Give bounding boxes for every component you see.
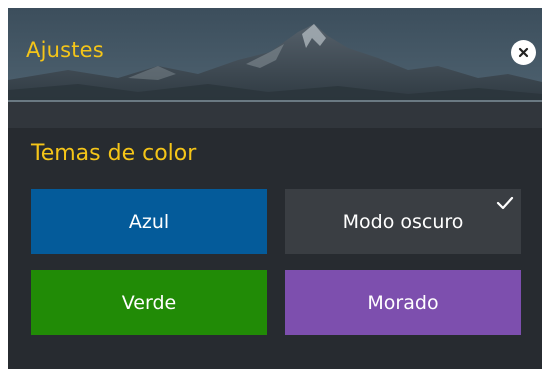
- settings-panel: Ajustes Temas de color Azul Modo oscuro …: [8, 8, 542, 369]
- theme-option-verde[interactable]: Verde: [31, 270, 267, 335]
- theme-option-morado[interactable]: Morado: [285, 270, 521, 335]
- theme-option-label: Azul: [128, 210, 170, 233]
- theme-option-azul[interactable]: Azul: [31, 189, 267, 254]
- theme-option-modo-oscuro[interactable]: Modo oscuro: [285, 189, 521, 254]
- dialog-title: Ajustes: [26, 38, 104, 62]
- close-button[interactable]: [511, 40, 536, 65]
- theme-option-label: Modo oscuro: [342, 210, 464, 233]
- close-icon: [518, 47, 529, 58]
- theme-option-label: Morado: [367, 291, 439, 314]
- settings-header: Ajustes: [8, 8, 542, 102]
- checkmark-icon: [496, 196, 514, 210]
- color-themes-heading: Temas de color: [31, 141, 197, 166]
- theme-option-label: Verde: [121, 291, 177, 314]
- header-spacer: [8, 102, 542, 128]
